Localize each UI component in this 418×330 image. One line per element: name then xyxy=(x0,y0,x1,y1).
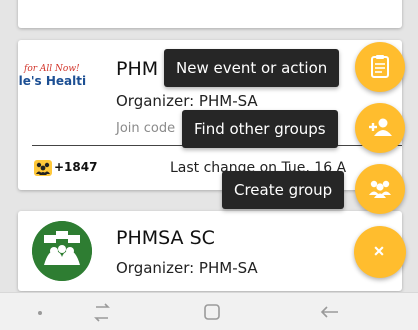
new-event-label[interactable]: New event or action xyxy=(164,49,340,87)
back-button[interactable] xyxy=(300,293,360,330)
members-icon xyxy=(34,160,52,176)
group-name: PHM xyxy=(116,58,159,80)
nav-dot-button[interactable] xyxy=(12,293,72,330)
group-card-partial[interactable] xyxy=(18,0,402,28)
group-card[interactable]: PHMSA SC Organizer: PHM-SA xyxy=(18,211,402,291)
group-logo xyxy=(32,221,92,281)
find-groups-button[interactable] xyxy=(355,103,405,153)
dot-icon xyxy=(38,311,42,315)
group-icon xyxy=(369,180,391,198)
home-icon xyxy=(204,304,220,320)
create-group-label[interactable]: Create group xyxy=(222,171,345,209)
add-person-icon xyxy=(369,118,392,136)
logo-text-bottom: ple's Healti xyxy=(18,74,87,88)
system-navbar xyxy=(0,292,418,330)
new-event-button[interactable] xyxy=(355,42,405,92)
recent-apps-icon xyxy=(94,303,110,322)
group-organizer: Organizer: PHM-SA xyxy=(116,92,258,110)
close-icon xyxy=(374,246,384,256)
join-code-label: Join code xyxy=(116,121,176,136)
screen: for All Now! ple's Healti PHM Organizer:… xyxy=(0,0,418,330)
clipboard-icon xyxy=(371,55,389,78)
group-name: PHMSA SC xyxy=(116,227,215,249)
back-icon xyxy=(320,306,338,318)
close-fab-button[interactable] xyxy=(354,226,406,278)
logo-text-top: for All Now! xyxy=(24,64,80,74)
create-group-button[interactable] xyxy=(355,164,405,214)
group-organizer: Organizer: PHM-SA xyxy=(116,259,258,277)
home-button[interactable] xyxy=(182,293,242,330)
member-count: +1847 xyxy=(54,160,98,174)
group-logo: for All Now! ple's Healti xyxy=(18,64,110,104)
recent-apps-button[interactable] xyxy=(72,293,132,330)
find-groups-label[interactable]: Find other groups xyxy=(182,110,338,148)
